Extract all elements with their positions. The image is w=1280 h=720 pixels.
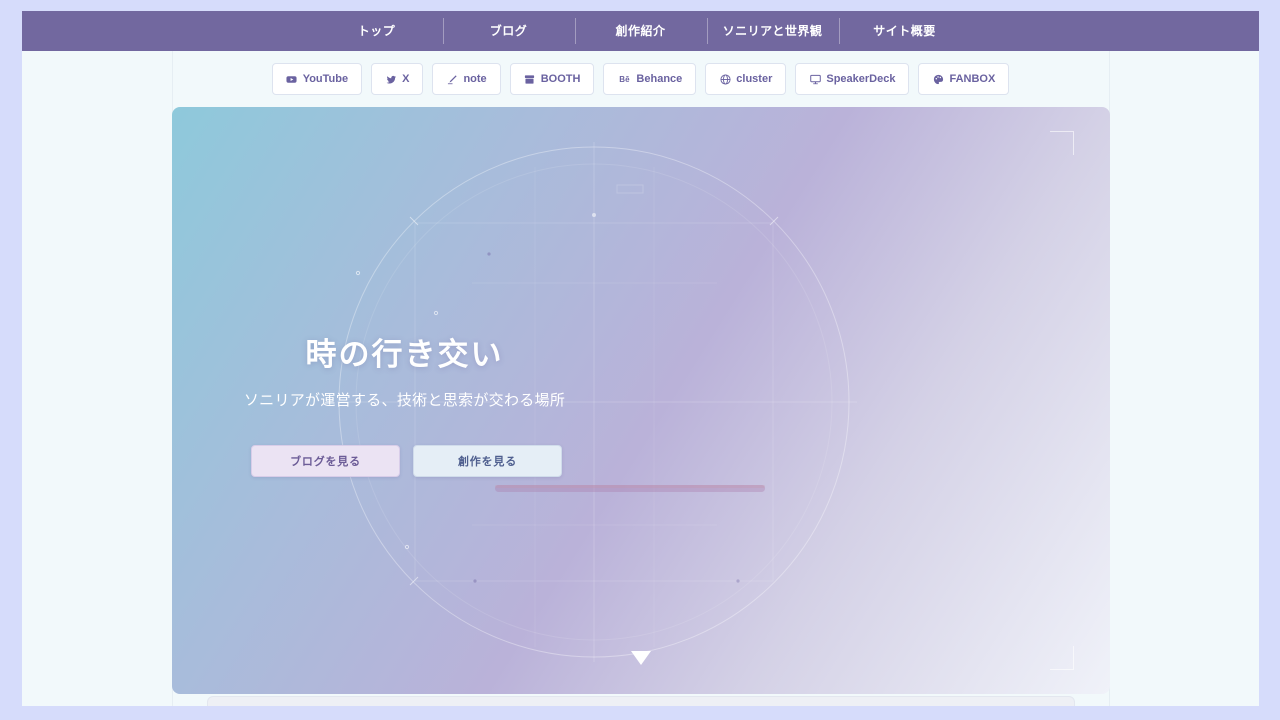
behance-icon: Bē [619, 74, 630, 84]
nav-item-blog[interactable]: ブログ [442, 11, 575, 51]
next-section-preview [207, 696, 1075, 706]
nav-item-top[interactable]: トップ [311, 11, 443, 51]
social-link-behance[interactable]: Bē Behance [603, 63, 697, 95]
nav-item-about[interactable]: サイト概要 [838, 11, 971, 51]
social-link-label: X [402, 73, 410, 85]
browser-viewport: トップ ブログ 創作紹介 ソニリアと世界観 サイト概要 YouTube X no… [22, 11, 1259, 706]
hero-title: 時の行き交い [305, 337, 504, 373]
social-link-x[interactable]: X [371, 63, 424, 95]
social-link-label: FANBOX [949, 73, 996, 85]
hero-subtitle: ソニリアが運営する、技術と思索が交わる場所 [243, 391, 566, 409]
nav-item-works[interactable]: 創作紹介 [574, 11, 707, 51]
nav-item-world[interactable]: ソニリアと世界観 [706, 11, 839, 51]
x-icon [385, 73, 397, 85]
social-link-label: SpeakerDeck [826, 73, 896, 85]
global-nav: トップ ブログ 創作紹介 ソニリアと世界観 サイト概要 [22, 11, 1259, 51]
social-links: YouTube X note BOOTH Bē Behance cluster … [22, 63, 1259, 95]
social-link-label: cluster [736, 73, 773, 85]
social-link-fanbox[interactable]: FANBOX [918, 63, 1010, 95]
palette-icon [932, 73, 944, 85]
social-link-cluster[interactable]: cluster [705, 63, 787, 95]
social-link-note[interactable]: note [432, 63, 501, 95]
speakerdeck-icon [809, 73, 821, 85]
frame-corner-top-right [1050, 131, 1074, 155]
social-link-youtube[interactable]: YouTube [271, 63, 363, 95]
scroll-down-arrow-icon[interactable] [631, 651, 651, 665]
youtube-icon [286, 73, 298, 85]
social-link-speakerdeck[interactable]: SpeakerDeck [795, 63, 910, 95]
view-works-button[interactable]: 創作を見る [413, 445, 562, 477]
cluster-icon [719, 73, 731, 85]
social-link-label: YouTube [302, 73, 349, 85]
booth-icon [524, 73, 536, 85]
note-icon [446, 73, 458, 85]
social-link-label: BOOTH [540, 73, 581, 85]
frame-corner-bottom-right [1050, 646, 1074, 670]
social-link-label: note [463, 73, 487, 85]
view-blog-button[interactable]: ブログを見る [251, 445, 400, 477]
social-link-label: Behance [636, 73, 683, 85]
hero-banner: 時の行き交い ソニリアが運営する、技術と思索が交わる場所 ブログを見る 創作を見… [172, 107, 1110, 694]
social-link-booth[interactable]: BOOTH [509, 63, 595, 95]
